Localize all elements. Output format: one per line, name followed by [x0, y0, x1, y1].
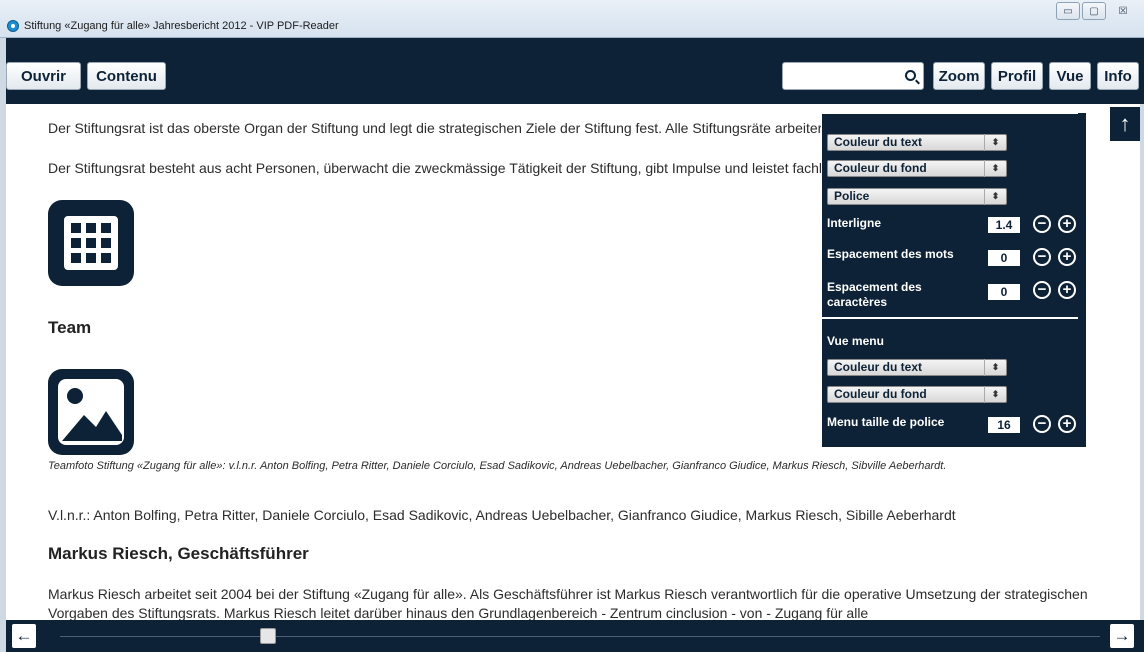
char-spacing-value: 0 [988, 284, 1020, 300]
menu-background-color-select[interactable]: Couleur du fond ⬍ [827, 386, 1007, 403]
open-button[interactable]: Ouvrir [6, 62, 81, 90]
menu-font-size-label: Menu taille de police [827, 415, 945, 429]
char-spacing-label: Espacement des caractères [827, 280, 922, 309]
word-spacing-value: 0 [988, 250, 1020, 266]
minimize-button[interactable]: ▭ [1056, 2, 1080, 20]
search-input[interactable] [787, 66, 897, 86]
menu-font-size-plus-icon[interactable]: + [1058, 415, 1076, 433]
panel-divider [822, 317, 1078, 319]
zoom-button[interactable]: Zoom [933, 62, 985, 90]
window-title: Stiftung «Zugang für alle» Jahresbericht… [24, 20, 339, 32]
font-select[interactable]: Police ⬍ [827, 188, 1007, 205]
menu-font-size-value: 16 [988, 417, 1020, 433]
view-menu-label: Vue menu [827, 334, 884, 348]
line-spacing-minus-icon[interactable]: − [1033, 215, 1051, 233]
char-spacing-plus-icon[interactable]: + [1058, 281, 1076, 299]
close-button[interactable]: ☒ [1108, 2, 1138, 20]
paragraph: Der Stiftungsrat besteht aus acht Person… [48, 160, 823, 176]
display-settings-panel: Couleur du text ⬍ Couleur du fond ⬍ Poli… [821, 112, 1087, 448]
view-button[interactable]: Vue [1049, 62, 1091, 90]
section-heading-team: Team [48, 318, 92, 337]
image-placeholder-icon [48, 369, 134, 455]
info-button[interactable]: Info [1097, 62, 1139, 90]
menu-text-color-select[interactable]: Couleur du text ⬍ [827, 359, 1007, 376]
paragraph: Der Stiftungsrat ist das oberste Organ d… [48, 120, 823, 136]
section-heading-ceo: Markus Riesch, Geschäftsführer [48, 544, 309, 563]
app-logo-icon [7, 20, 19, 32]
select-arrow-icon: ⬍ [984, 188, 1006, 205]
background-color-select[interactable]: Couleur du fond ⬍ [827, 160, 1007, 177]
contents-button[interactable]: Contenu [87, 62, 166, 90]
previous-page-arrow-icon[interactable]: ← [12, 624, 36, 648]
window-title-bar: Stiftung «Zugang für alle» Jahresbericht… [0, 0, 1144, 38]
profile-button[interactable]: Profil [991, 62, 1043, 90]
window-controls: ▭ ▢ ☒ [1056, 2, 1138, 20]
line-spacing-value: 1.4 [988, 217, 1020, 233]
search-icon[interactable] [905, 70, 916, 81]
select-arrow-icon: ⬍ [984, 386, 1006, 403]
toolbar: Ouvrir Contenu Zoom Profil Vue Info [6, 38, 1144, 104]
menu-font-size-minus-icon[interactable]: − [1033, 415, 1051, 433]
paragraph: Markus Riesch arbeitet seit 2004 bei der… [48, 586, 1088, 602]
line-spacing-label: Interligne [827, 216, 882, 230]
page-navigation-bar: ← → [6, 620, 1144, 652]
paragraph: Vorgaben des Stiftungsrats. Markus Riesc… [48, 605, 869, 620]
page-slider-thumb[interactable] [260, 628, 276, 644]
select-arrow-icon: ⬍ [984, 359, 1006, 376]
page-slider-track[interactable] [60, 636, 1100, 637]
text-color-select[interactable]: Couleur du text ⬍ [827, 134, 1007, 151]
search-box[interactable] [782, 62, 924, 90]
line-spacing-plus-icon[interactable]: + [1058, 215, 1076, 233]
select-arrow-icon: ⬍ [984, 134, 1006, 151]
word-spacing-plus-icon[interactable]: + [1058, 248, 1076, 266]
scroll-up-arrow-icon[interactable]: ↑ [1110, 107, 1140, 141]
word-spacing-minus-icon[interactable]: − [1033, 248, 1051, 266]
maximize-button[interactable]: ▢ [1082, 2, 1106, 20]
select-arrow-icon: ⬍ [984, 160, 1006, 177]
word-spacing-label: Espacement des mots [827, 247, 954, 261]
grid-icon [48, 200, 134, 286]
paragraph: V.l.n.r.: Anton Bolfing, Petra Ritter, D… [48, 507, 956, 523]
image-caption: Teamfoto Stiftung «Zugang für alle»: v.l… [48, 460, 947, 472]
next-page-arrow-icon[interactable]: → [1110, 624, 1134, 648]
char-spacing-minus-icon[interactable]: − [1033, 281, 1051, 299]
